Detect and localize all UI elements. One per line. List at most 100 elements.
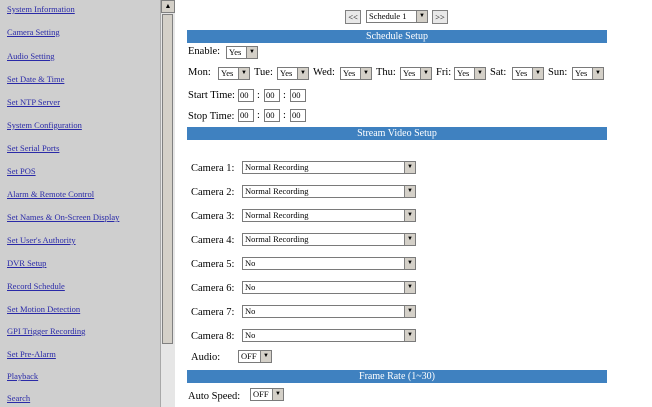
start-minute-input[interactable]: 00 [264, 89, 280, 102]
camera-3-select[interactable]: Normal Recording ▼ [242, 209, 416, 222]
stop-hour-input[interactable]: 00 [238, 109, 254, 122]
day-select-mon[interactable]: Yes ▼ [218, 67, 250, 80]
day-select-fri-value: Yes [457, 68, 470, 78]
stop-time-label: Stop Time: [188, 111, 235, 122]
auto-speed-select-value: OFF [253, 389, 269, 399]
day-select-wed-value: Yes [343, 68, 356, 78]
schedule-setup-header: Schedule Setup [187, 30, 607, 43]
sidebar-item-search[interactable]: Search [7, 393, 30, 403]
day-select-fri[interactable]: Yes ▼ [454, 67, 486, 80]
audio-select[interactable]: OFF ▼ [238, 350, 272, 363]
stop-second-input[interactable]: 00 [290, 109, 306, 122]
time-separator: : [283, 90, 286, 101]
schedule-select-value: Schedule 1 [369, 11, 407, 21]
chevron-down-icon: ▼ [420, 68, 431, 79]
chevron-down-icon: ▼ [592, 68, 603, 79]
time-separator: : [283, 110, 286, 121]
sidebar-item-audio-setting[interactable]: Audio Setting [7, 51, 54, 61]
day-select-wed[interactable]: Yes ▼ [340, 67, 372, 80]
sidebar-item-set-pos[interactable]: Set POS [7, 166, 36, 176]
chevron-down-icon: ▼ [532, 68, 543, 79]
camera-7-select-value: No [245, 306, 256, 316]
arrow-up-icon[interactable]: ▲ [161, 0, 175, 13]
sidebar-item-dvr-setup[interactable]: DVR Setup [7, 258, 46, 268]
camera-7-select[interactable]: No ▼ [242, 305, 416, 318]
day-label-fri: Fri: [436, 67, 452, 78]
sidebar-item-set-names-osd[interactable]: Set Names & On-Screen Display [7, 212, 119, 222]
chevron-down-icon: ▼ [272, 389, 283, 400]
camera-6-select[interactable]: No ▼ [242, 281, 416, 294]
day-select-thu-value: Yes [403, 68, 416, 78]
camera-8-select[interactable]: No ▼ [242, 329, 416, 342]
chevron-down-icon: ▼ [404, 210, 415, 221]
sidebar-item-gpi-trigger-recording[interactable]: GPI Trigger Recording [7, 326, 85, 336]
scrollbar-thumb[interactable] [162, 14, 173, 344]
sidebar-item-system-information[interactable]: System Information [7, 4, 75, 14]
chevron-down-icon: ▼ [404, 234, 415, 245]
sidebar-item-camera-setting[interactable]: Camera Setting [7, 27, 60, 37]
day-label-thu: Thu: [376, 67, 396, 78]
sidebar-item-set-date-time[interactable]: Set Date & Time [7, 74, 64, 84]
day-select-sat[interactable]: Yes ▼ [512, 67, 544, 80]
prev-schedule-button[interactable]: << [345, 10, 361, 24]
chevron-down-icon: ▼ [404, 258, 415, 269]
day-select-tue-value: Yes [280, 68, 293, 78]
day-label-wed: Wed: [313, 67, 335, 78]
chevron-down-icon: ▼ [246, 47, 257, 58]
camera-5-select[interactable]: No ▼ [242, 257, 416, 270]
next-schedule-button[interactable]: >> [432, 10, 448, 24]
camera-7-label: Camera 7: [191, 307, 235, 318]
sidebar-item-set-serial-ports[interactable]: Set Serial Ports [7, 143, 59, 153]
camera-2-select[interactable]: Normal Recording ▼ [242, 185, 416, 198]
sidebar-item-playback[interactable]: Playback [7, 371, 38, 381]
camera-1-select[interactable]: Normal Recording ▼ [242, 161, 416, 174]
sidebar-item-set-motion-detection[interactable]: Set Motion Detection [7, 304, 80, 314]
camera-3-label: Camera 3: [191, 211, 235, 222]
audio-select-value: OFF [241, 351, 257, 361]
schedule-select[interactable]: Schedule 1 ▼ [366, 10, 428, 23]
day-select-sun-value: Yes [575, 68, 588, 78]
camera-4-select-value: Normal Recording [245, 234, 309, 244]
chevron-down-icon: ▼ [404, 306, 415, 317]
sidebar-item-set-ntp-server[interactable]: Set NTP Server [7, 97, 60, 107]
sidebar-item-system-configuration[interactable]: System Configuration [7, 120, 82, 130]
camera-2-label: Camera 2: [191, 187, 235, 198]
chevron-down-icon: ▼ [404, 282, 415, 293]
sidebar-item-alarm-remote-control[interactable]: Alarm & Remote Control [7, 189, 94, 199]
day-select-tue[interactable]: Yes ▼ [277, 67, 309, 80]
chevron-down-icon: ▼ [416, 11, 427, 22]
day-select-sat-value: Yes [515, 68, 528, 78]
camera-8-label: Camera 8: [191, 331, 235, 342]
stop-minute-input[interactable]: 00 [264, 109, 280, 122]
camera-6-label: Camera 6: [191, 283, 235, 294]
camera-8-select-value: No [245, 330, 256, 340]
sidebar-scrollbar[interactable]: ▲ [160, 0, 175, 407]
chevron-down-icon: ▼ [474, 68, 485, 79]
start-hour-input[interactable]: 00 [238, 89, 254, 102]
chevron-down-icon: ▼ [238, 68, 249, 79]
camera-4-select[interactable]: Normal Recording ▼ [242, 233, 416, 246]
day-select-thu[interactable]: Yes ▼ [400, 67, 432, 80]
camera-6-select-value: No [245, 282, 256, 292]
enable-label: Enable: [188, 46, 221, 57]
day-label-tue: Tue: [254, 67, 273, 78]
day-select-sun[interactable]: Yes ▼ [572, 67, 604, 80]
camera-4-label: Camera 4: [191, 235, 235, 246]
chevron-down-icon: ▼ [297, 68, 308, 79]
camera-2-select-value: Normal Recording [245, 186, 309, 196]
enable-select[interactable]: Yes ▼ [226, 46, 258, 59]
sidebar-item-set-users-authority[interactable]: Set User's Authority [7, 235, 76, 245]
stream-video-setup-header: Stream Video Setup [187, 127, 607, 140]
chevron-down-icon: ▼ [404, 162, 415, 173]
auto-speed-select[interactable]: OFF ▼ [250, 388, 284, 401]
start-second-input[interactable]: 00 [290, 89, 306, 102]
time-separator: : [257, 110, 260, 121]
frame-rate-header: Frame Rate (1~30) [187, 370, 607, 383]
camera-5-label: Camera 5: [191, 259, 235, 270]
start-time-label: Start Time: [188, 90, 235, 101]
sidebar-item-record-schedule[interactable]: Record Schedule [7, 281, 65, 291]
sidebar-nav: System Information Camera Setting Audio … [0, 0, 160, 407]
day-label-sun: Sun: [548, 67, 568, 78]
sidebar-item-set-pre-alarm[interactable]: Set Pre-Alarm [7, 349, 56, 359]
time-separator: : [257, 90, 260, 101]
